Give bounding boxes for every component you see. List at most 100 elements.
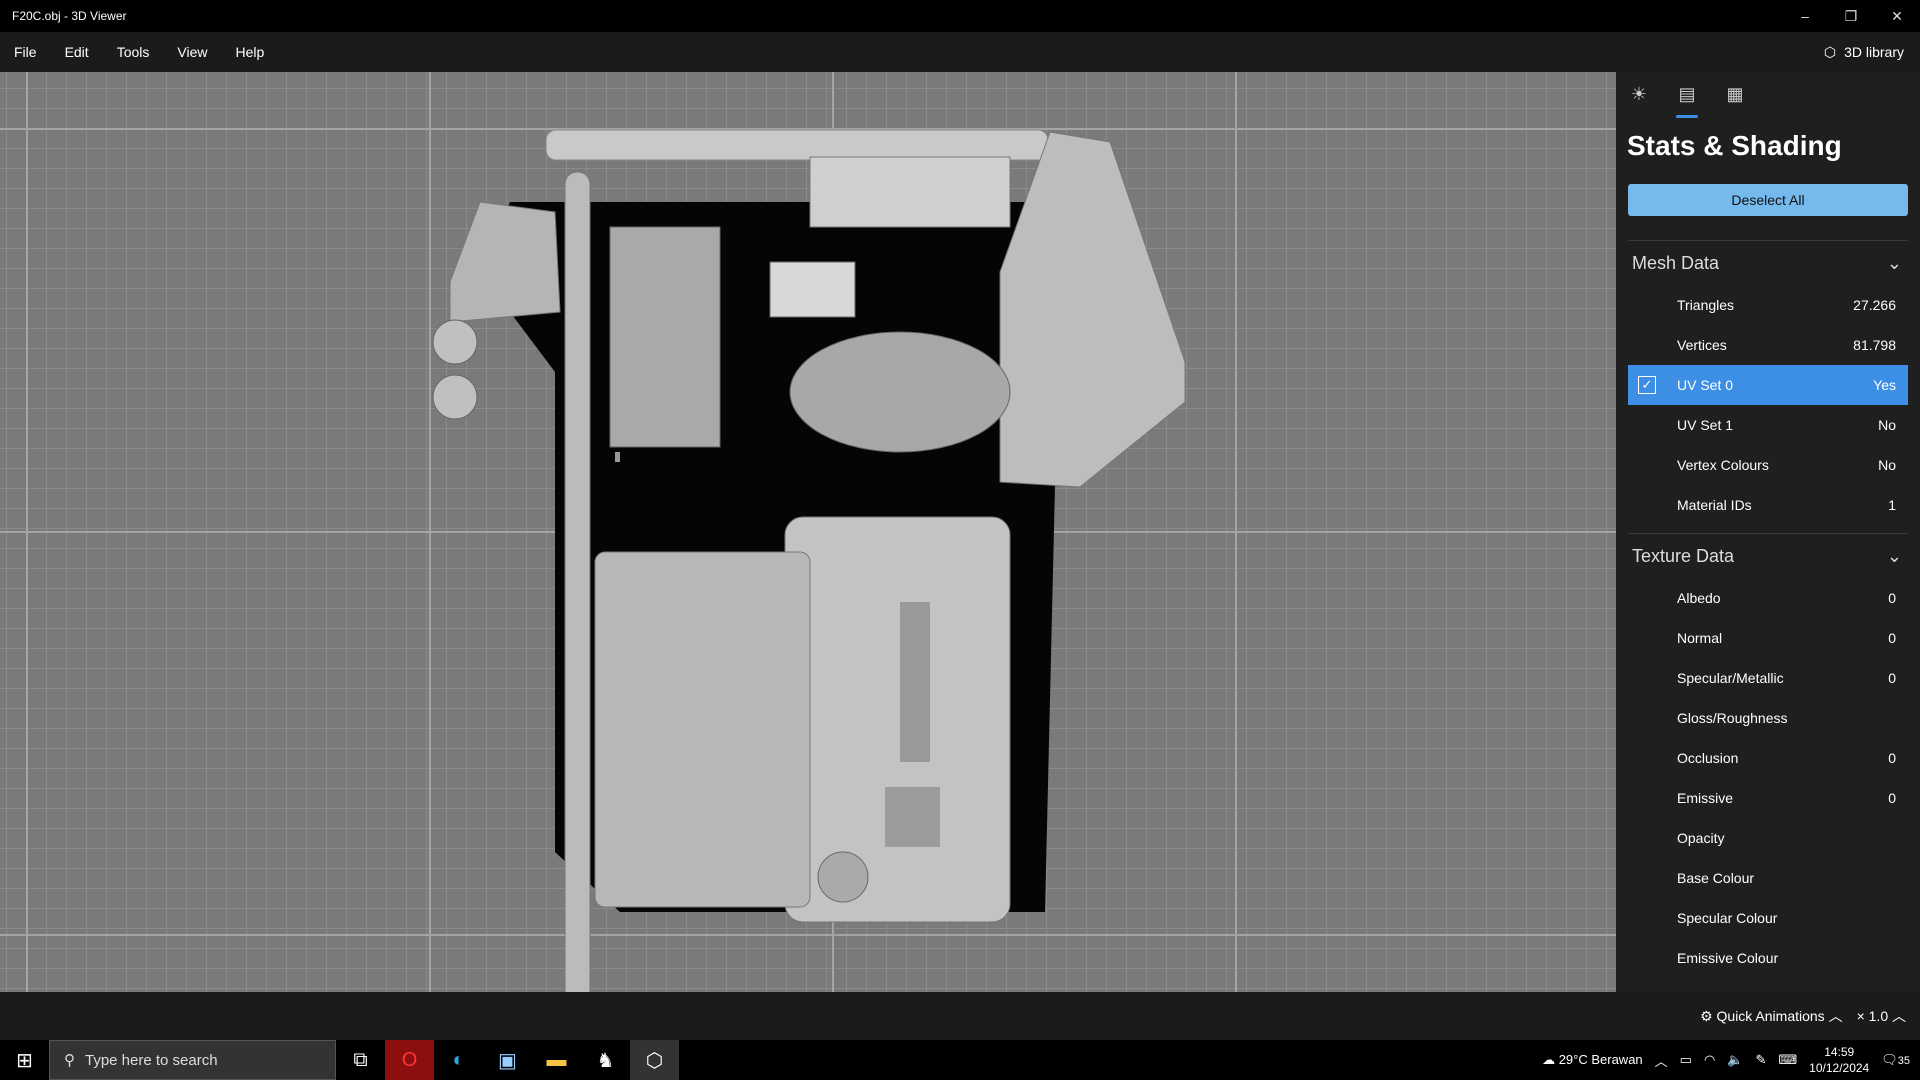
restore-button[interactable]: ❐ bbox=[1828, 8, 1874, 25]
texture-data-header[interactable]: Texture Data ⌄ bbox=[1616, 534, 1920, 578]
opera-icon[interactable]: O bbox=[385, 1040, 434, 1080]
checkbox-icon[interactable]: ✓ bbox=[1638, 376, 1656, 394]
stat-value: 0 bbox=[1888, 630, 1896, 646]
pen-icon[interactable]: ✎ bbox=[1756, 1052, 1767, 1068]
engine-model[interactable] bbox=[0, 72, 1616, 992]
weather-text: 29°C Berawan bbox=[1558, 1052, 1643, 1067]
window-title: F20C.obj - 3D Viewer bbox=[12, 9, 127, 23]
stat-value: No bbox=[1878, 457, 1896, 473]
chevron-down-icon: ⌄ bbox=[1886, 252, 1902, 273]
notifications-icon[interactable]: 🗨35 bbox=[1881, 1052, 1910, 1068]
stat-row[interactable]: Triangles 27.266 bbox=[1628, 285, 1908, 325]
rhino-icon[interactable]: ♞ bbox=[581, 1040, 630, 1080]
texture-data-label: Texture Data bbox=[1632, 545, 1735, 566]
menu-edit[interactable]: Edit bbox=[51, 44, 103, 60]
deselect-all-button[interactable]: Deselect All bbox=[1628, 184, 1908, 216]
stat-row[interactable]: ✓ UV Set 0 Yes bbox=[1628, 365, 1908, 405]
title-bar: F20C.obj - 3D Viewer – ❐ ✕ bbox=[0, 0, 1920, 32]
stat-label: Gloss/Roughness bbox=[1677, 710, 1788, 726]
stat-row[interactable]: Gloss/Roughness bbox=[1628, 698, 1908, 738]
stat-row[interactable]: Specular/Metallic 0 bbox=[1628, 658, 1908, 698]
menu-help[interactable]: Help bbox=[221, 44, 278, 60]
3d-library-button[interactable]: ⬡ 3D library bbox=[1824, 32, 1904, 72]
stats-panel: ☀ ▤ ▦ Stats & Shading Deselect All Mesh … bbox=[1616, 72, 1920, 992]
stat-label: Emissive Colour bbox=[1677, 950, 1779, 966]
stat-label: Occlusion bbox=[1677, 750, 1739, 766]
stat-row[interactable]: Material IDs 1 bbox=[1628, 485, 1908, 525]
task-view-icon[interactable]: ⧉ bbox=[336, 1040, 385, 1080]
remote-desktop-icon[interactable]: ▣ bbox=[483, 1040, 532, 1080]
stat-row[interactable]: Vertex Colours No bbox=[1628, 445, 1908, 485]
menu-view[interactable]: View bbox=[163, 44, 221, 60]
cube-icon: ⬡ bbox=[1823, 43, 1837, 60]
stat-label: Material IDs bbox=[1677, 497, 1752, 513]
stat-row[interactable]: Occlusion 0 bbox=[1628, 738, 1908, 778]
time: 14:59 bbox=[1824, 1045, 1855, 1059]
quick-animations-button[interactable]: ⚙ Quick Animations ︿ bbox=[1700, 1006, 1843, 1026]
wifi-icon[interactable]: ◠ bbox=[1704, 1052, 1715, 1068]
grid-tab-grid-icon[interactable]: ▦ bbox=[1724, 84, 1746, 112]
close-button[interactable]: ✕ bbox=[1874, 8, 1920, 25]
stat-label: Normal bbox=[1677, 630, 1723, 646]
stat-row[interactable]: Emissive 0 bbox=[1628, 778, 1908, 818]
stat-label: UV Set 1 bbox=[1677, 417, 1734, 433]
date: 10/12/2024 bbox=[1809, 1061, 1870, 1075]
stat-label: Base Colour bbox=[1677, 870, 1755, 886]
weather-widget[interactable]: ☁ 29°C Berawan bbox=[1542, 1052, 1643, 1068]
stat-row[interactable]: Vertices 81.798 bbox=[1628, 325, 1908, 365]
stat-row[interactable]: Specular Colour bbox=[1628, 898, 1908, 938]
notification-count: 35 bbox=[1897, 1055, 1910, 1067]
stat-value: 0 bbox=[1888, 790, 1896, 806]
bottom-bar: ⚙ Quick Animations ︿ × 1.0 ︿ bbox=[0, 992, 1920, 1040]
taskbar: ⊞ ⚲ Type here to search ⧉ O ◐ ▣ ▬ ♞ ⬡ ☁ … bbox=[0, 1040, 1920, 1080]
stat-label: Specular Colour bbox=[1677, 910, 1778, 926]
volume-icon[interactable]: 🔈 bbox=[1727, 1052, 1743, 1068]
lighting-tab-sun-icon[interactable]: ☀ bbox=[1628, 84, 1650, 112]
stat-value: 0 bbox=[1888, 590, 1896, 606]
stat-value: 27.266 bbox=[1853, 297, 1896, 313]
edge-icon[interactable]: ◐ bbox=[434, 1040, 483, 1080]
stats-tab-chart-icon[interactable]: ▤ bbox=[1676, 84, 1698, 118]
stat-row[interactable]: Emissive Colour bbox=[1628, 938, 1908, 978]
menu-bar: File Edit Tools View Help ⬡ 3D library bbox=[0, 32, 1920, 72]
stat-label: Specular/Metallic bbox=[1677, 670, 1784, 686]
stat-label: UV Set 0 bbox=[1677, 377, 1734, 393]
stat-label: Albedo bbox=[1677, 590, 1721, 606]
menu-tools[interactable]: Tools bbox=[103, 44, 164, 60]
stat-row[interactable]: UV Set 1 No bbox=[1628, 405, 1908, 445]
mesh-data-label: Mesh Data bbox=[1632, 252, 1720, 273]
chevron-down-icon: ⌄ bbox=[1886, 545, 1902, 566]
mesh-data-header[interactable]: Mesh Data ⌄ bbox=[1616, 241, 1920, 285]
stat-row[interactable]: Normal 0 bbox=[1628, 618, 1908, 658]
3d-viewport[interactable] bbox=[0, 72, 1616, 992]
stat-value: 81.798 bbox=[1853, 337, 1896, 353]
stat-value: No bbox=[1878, 417, 1896, 433]
file-explorer-icon[interactable]: ▬ bbox=[532, 1040, 581, 1080]
stat-value: 0 bbox=[1888, 670, 1896, 686]
speed-selector[interactable]: × 1.0 ︿ bbox=[1857, 1006, 1906, 1026]
menu-file[interactable]: File bbox=[0, 44, 51, 60]
stat-row[interactable]: Albedo 0 bbox=[1628, 578, 1908, 618]
quick-animations-label: Quick Animations bbox=[1716, 1008, 1825, 1024]
stat-label: Vertex Colours bbox=[1677, 457, 1769, 473]
stat-value: 0 bbox=[1888, 750, 1896, 766]
chevron-up-icon[interactable]: ︿ bbox=[1655, 1051, 1668, 1070]
stat-label: Emissive bbox=[1677, 790, 1734, 806]
battery-icon[interactable]: ▭ bbox=[1680, 1052, 1692, 1068]
stat-label: Opacity bbox=[1677, 830, 1725, 846]
stat-row[interactable]: Opacity bbox=[1628, 818, 1908, 858]
search-placeholder: Type here to search bbox=[85, 1051, 218, 1069]
keyboard-icon[interactable]: ⌨ bbox=[1778, 1052, 1797, 1068]
minimize-button[interactable]: – bbox=[1782, 8, 1828, 24]
stat-label: Vertices bbox=[1677, 337, 1727, 353]
stat-row[interactable]: Base Colour bbox=[1628, 858, 1908, 898]
windows-start-icon[interactable]: ⊞ bbox=[0, 1040, 49, 1080]
speed-label: × 1.0 bbox=[1856, 1008, 1889, 1024]
taskbar-search[interactable]: ⚲ Type here to search bbox=[49, 1040, 336, 1080]
3d-viewer-icon[interactable]: ⬡ bbox=[630, 1040, 679, 1080]
search-icon: ⚲ bbox=[64, 1052, 75, 1069]
stat-value: Yes bbox=[1873, 377, 1896, 393]
clock[interactable]: 14:59 10/12/2024 bbox=[1809, 1044, 1869, 1076]
panel-title: Stats & Shading bbox=[1627, 130, 1842, 161]
stat-value: 1 bbox=[1888, 497, 1896, 513]
